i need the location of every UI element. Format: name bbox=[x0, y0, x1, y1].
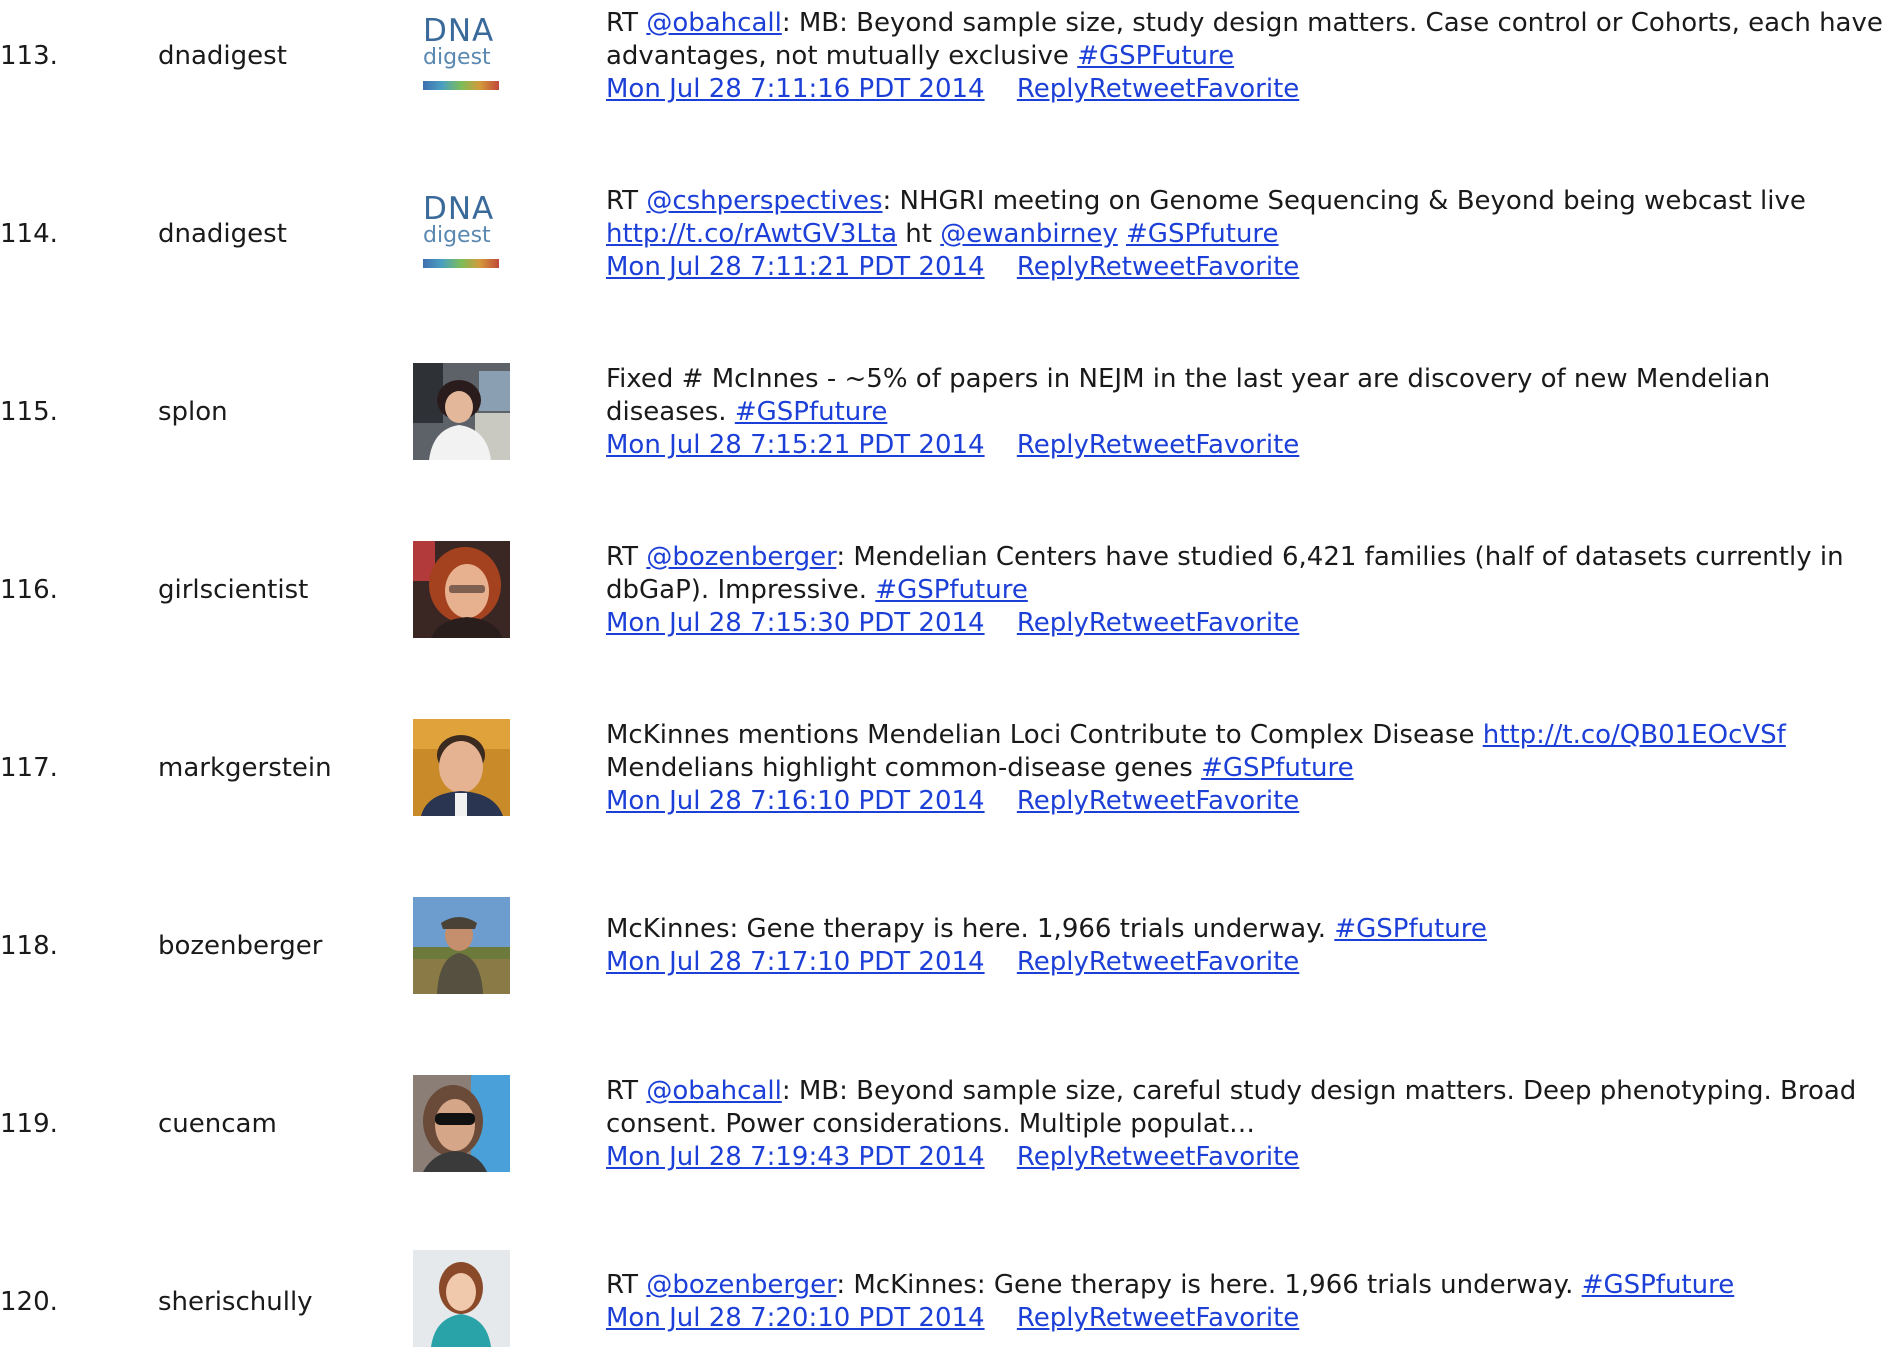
tweet-row: 120. sherischully RT @bozenberger: McKin… bbox=[0, 1246, 1891, 1356]
mention-link[interactable]: @bozenberger bbox=[646, 542, 836, 572]
row-number: 113. bbox=[0, 41, 58, 71]
tweet-row: 119. cuencam RT @obahcall: MB: Beyond sa… bbox=[0, 1068, 1891, 1178]
hashtag-link[interactable]: #GSPfuture bbox=[735, 397, 888, 427]
avatar-logo-subtext: digest bbox=[423, 223, 491, 248]
tweet-text: Fixed # McInnes - ~5% of papers in NEJM … bbox=[606, 363, 1886, 462]
tweet-meta: Mon Jul 28 7:11:16 PDT 2014 ReplyRetweet… bbox=[606, 73, 1886, 106]
hashtag-link[interactable]: #GSPFuture bbox=[1077, 41, 1234, 71]
tweet-row: 118. bozenberger McKinnes: Gene therapy … bbox=[0, 890, 1891, 1000]
mention-link[interactable]: @obahcall bbox=[646, 1076, 782, 1106]
username: dnadigest bbox=[158, 41, 287, 71]
tweet-meta: Mon Jul 28 7:15:21 PDT 2014 ReplyRetweet… bbox=[606, 429, 1886, 462]
timestamp-link[interactable]: Mon Jul 28 7:11:16 PDT 2014 bbox=[606, 74, 985, 104]
tweet-meta: Mon Jul 28 7:17:10 PDT 2014 ReplyRetweet… bbox=[606, 946, 1886, 979]
url-link[interactable]: http://t.co/rAwtGV3Lta bbox=[606, 219, 897, 249]
timestamp-link[interactable]: Mon Jul 28 7:17:10 PDT 2014 bbox=[606, 947, 985, 977]
tweet-text: McKinnes mentions Mendelian Loci Contrib… bbox=[606, 719, 1886, 818]
tweet-meta: Mon Jul 28 7:20:10 PDT 2014 ReplyRetweet… bbox=[606, 1302, 1886, 1335]
avatar-logo-subtext: digest bbox=[423, 45, 491, 70]
row-number: 116. bbox=[0, 575, 58, 605]
tweet-text: McKinnes: Gene therapy is here. 1,966 tr… bbox=[606, 913, 1886, 979]
row-number: 120. bbox=[0, 1287, 58, 1317]
hashtag-link[interactable]: #GSPfuture bbox=[1334, 914, 1487, 944]
timestamp-link[interactable]: Mon Jul 28 7:19:43 PDT 2014 bbox=[606, 1142, 985, 1172]
hashtag-link[interactable]: #GSPfuture bbox=[1126, 219, 1279, 249]
row-number: 117. bbox=[0, 753, 58, 783]
tweet-text: RT @bozenberger: Mendelian Centers have … bbox=[606, 541, 1886, 640]
timestamp-link[interactable]: Mon Jul 28 7:20:10 PDT 2014 bbox=[606, 1303, 985, 1333]
avatar-profile-photo bbox=[413, 541, 510, 638]
row-number: 119. bbox=[0, 1109, 58, 1139]
avatar-logo-text: DNA bbox=[423, 13, 495, 49]
tweet-text: RT @obahcall: MB: Beyond sample size, st… bbox=[606, 7, 1886, 106]
timestamp-link[interactable]: Mon Jul 28 7:16:10 PDT 2014 bbox=[606, 786, 985, 816]
hashtag-link[interactable]: #GSPfuture bbox=[1582, 1270, 1735, 1300]
avatar-profile-photo bbox=[413, 1075, 510, 1172]
mention-link[interactable]: @obahcall bbox=[646, 8, 782, 38]
url-link[interactable]: http://t.co/QB01EOcVSf bbox=[1483, 720, 1786, 750]
avatar-profile-photo bbox=[413, 897, 510, 994]
tweet-row: 114. dnadigest DNA digest RT @cshperspec… bbox=[0, 178, 1891, 288]
reply-retweet-favorite-link[interactable]: ReplyRetweetFavorite bbox=[1017, 608, 1299, 638]
reply-retweet-favorite-link[interactable]: ReplyRetweetFavorite bbox=[1017, 252, 1299, 282]
row-number: 115. bbox=[0, 397, 58, 427]
avatar-logo-text: DNA bbox=[423, 191, 495, 227]
hashtag-link[interactable]: #GSPfuture bbox=[875, 575, 1028, 605]
tweet-text: RT @obahcall: MB: Beyond sample size, ca… bbox=[606, 1075, 1886, 1174]
tweet-row: 117. markgerstein McKinnes mentions Mend… bbox=[0, 712, 1891, 822]
username: girlscientist bbox=[158, 575, 309, 605]
reply-retweet-favorite-link[interactable]: ReplyRetweetFavorite bbox=[1017, 1142, 1299, 1172]
reply-retweet-favorite-link[interactable]: ReplyRetweetFavorite bbox=[1017, 74, 1299, 104]
reply-retweet-favorite-link[interactable]: ReplyRetweetFavorite bbox=[1017, 1303, 1299, 1333]
username: splon bbox=[158, 397, 228, 427]
username: sherischully bbox=[158, 1287, 313, 1317]
reply-retweet-favorite-link[interactable]: ReplyRetweetFavorite bbox=[1017, 430, 1299, 460]
mention-link[interactable]: @cshperspectives bbox=[646, 186, 882, 216]
row-number: 114. bbox=[0, 219, 58, 249]
tweet-row: 115. splon Fixed # McInnes - ~5% of pape… bbox=[0, 356, 1891, 466]
tweet-text: RT @bozenberger: McKinnes: Gene therapy … bbox=[606, 1269, 1886, 1335]
tweet-meta: Mon Jul 28 7:11:21 PDT 2014 ReplyRetweet… bbox=[606, 251, 1886, 284]
tweet-row: 113. dnadigest DNA digest RT @obahcall: … bbox=[0, 0, 1891, 110]
avatar-dna-digest-logo: DNA digest bbox=[413, 183, 510, 280]
tweet-text: RT @cshperspectives: NHGRI meeting on Ge… bbox=[606, 185, 1886, 284]
tweet-meta: Mon Jul 28 7:15:30 PDT 2014 ReplyRetweet… bbox=[606, 607, 1886, 640]
tweet-meta: Mon Jul 28 7:16:10 PDT 2014 ReplyRetweet… bbox=[606, 785, 1886, 818]
username: cuencam bbox=[158, 1109, 277, 1139]
avatar-dna-digest-logo: DNA digest bbox=[413, 5, 510, 102]
mention-link[interactable]: @ewanbirney bbox=[940, 219, 1118, 249]
reply-retweet-favorite-link[interactable]: ReplyRetweetFavorite bbox=[1017, 786, 1299, 816]
reply-retweet-favorite-link[interactable]: ReplyRetweetFavorite bbox=[1017, 947, 1299, 977]
mention-link[interactable]: @bozenberger bbox=[646, 1270, 836, 1300]
avatar-profile-photo bbox=[413, 1250, 510, 1347]
row-number: 118. bbox=[0, 931, 58, 961]
avatar-profile-photo bbox=[413, 719, 510, 816]
timestamp-link[interactable]: Mon Jul 28 7:11:21 PDT 2014 bbox=[606, 252, 985, 282]
timestamp-link[interactable]: Mon Jul 28 7:15:30 PDT 2014 bbox=[606, 608, 985, 638]
username: bozenberger bbox=[158, 931, 323, 961]
username: markgerstein bbox=[158, 753, 332, 783]
username: dnadigest bbox=[158, 219, 287, 249]
avatar-profile-photo bbox=[413, 363, 510, 460]
tweet-row: 116. girlscientist RT @bozenberger: Mend… bbox=[0, 534, 1891, 644]
timestamp-link[interactable]: Mon Jul 28 7:15:21 PDT 2014 bbox=[606, 430, 985, 460]
hashtag-link[interactable]: #GSPfuture bbox=[1201, 753, 1354, 783]
tweet-meta: Mon Jul 28 7:19:43 PDT 2014 ReplyRetweet… bbox=[606, 1141, 1886, 1174]
